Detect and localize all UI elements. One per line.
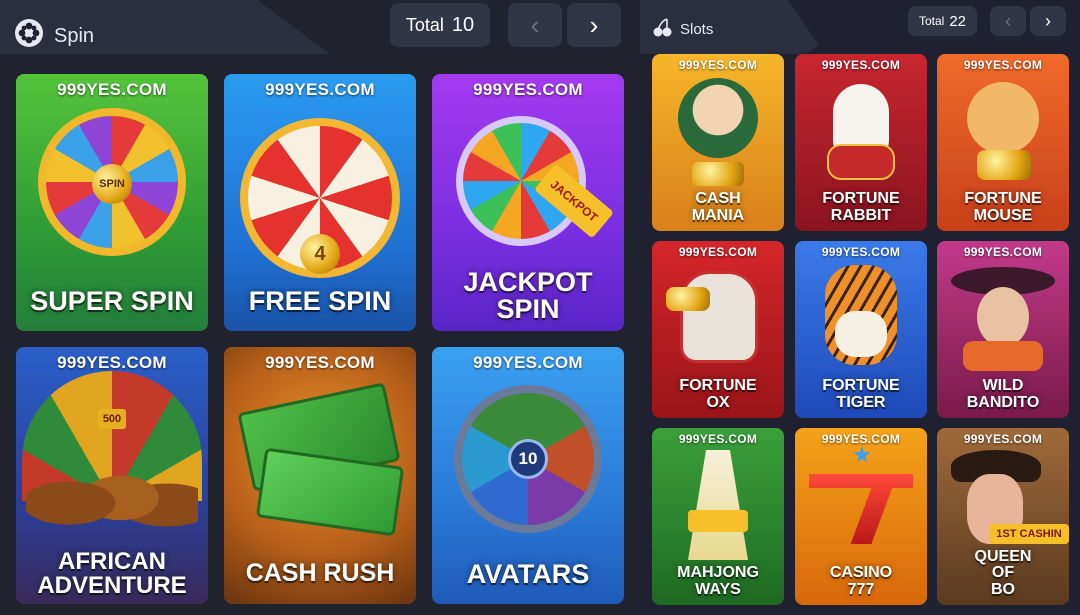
section-title: Spin [54, 24, 95, 47]
character-art [678, 78, 758, 158]
bandito-outfit-art [963, 341, 1043, 371]
game-card-super-spin[interactable]: 999YES.COM SPIN SUPER SPIN [16, 74, 208, 331]
game-title: CASINO 777 [829, 564, 893, 599]
game-title: SUPER SPIN [30, 286, 194, 316]
cherries-icon [652, 16, 674, 42]
game-card-fortune-ox[interactable]: 999YES.COM FORTUNE OX [652, 241, 784, 418]
wheel-center-label: 10 [508, 439, 548, 479]
gold-ingot-art [977, 150, 1031, 180]
film-reel-icon [14, 18, 44, 54]
brand-label: 999YES.COM [57, 353, 167, 372]
gold-ingot-art [666, 287, 710, 311]
game-title: FORTUNE TIGER [822, 377, 900, 412]
game-card-wild-bandito[interactable]: 999YES.COM WILD BANDITO [937, 241, 1069, 418]
brand-label: 999YES.COM [678, 58, 758, 72]
spin-section: Spin Total 10 ‹ › 999YES.COM SPIN SUPER … [0, 0, 640, 615]
game-card-mahjong-ways[interactable]: 999YES.COM MAHJONG WAYS [652, 428, 784, 605]
wheel-center-label: 4 [300, 234, 340, 274]
brand-label: 999YES.COM [821, 58, 901, 72]
brand-label: 999YES.COM [265, 80, 375, 99]
brand-label: 999YES.COM [821, 432, 901, 446]
tiger-belly-art [835, 311, 887, 357]
game-title: CASH MANIA [691, 190, 745, 225]
slots-header: Slots Total 22 ‹ › [640, 0, 1080, 56]
next-page-button[interactable]: › [567, 3, 621, 47]
star-icon [853, 446, 871, 463]
prev-page-button[interactable]: ‹ [508, 3, 562, 47]
game-title: AFRICAN ADVENTURE [37, 548, 187, 599]
game-title: FREE SPIN [248, 286, 392, 316]
game-card-cash-mania[interactable]: 999YES.COM CASH MANIA [652, 54, 784, 231]
mahjong-tiles-art [688, 450, 748, 560]
slots-title-group: Slots [652, 16, 713, 42]
total-label: Total [405, 14, 444, 35]
brand-label: 999YES.COM [821, 245, 901, 259]
brand-label: 999YES.COM [678, 432, 758, 446]
game-card-casino-777[interactable]: 999YES.COM CASINO 777 [795, 428, 927, 605]
total-label: Total [918, 14, 945, 28]
wheel-center-label: SPIN [92, 164, 132, 204]
coin-stack-art [692, 162, 744, 186]
total-count-box: Total 10 [390, 3, 490, 47]
total-count-box: Total 22 [908, 6, 977, 36]
spin-header: Spin Total 10 ‹ › [0, 0, 640, 56]
bandito-art [977, 287, 1029, 347]
section-title: Slots [680, 20, 714, 38]
game-card-avatars[interactable]: 999YES.COM 10 AVATARS [432, 347, 624, 604]
first-cashin-badge: 1ST CASHIN [989, 524, 1069, 544]
spin-title-group: Spin [14, 18, 94, 54]
game-card-free-spin[interactable]: 999YES.COM 4 FREE SPIN [224, 74, 416, 331]
game-card-fortune-rabbit[interactable]: 999YES.COM FORTUNE RABBIT [795, 54, 927, 231]
brand-label: 999YES.COM [963, 432, 1043, 446]
next-page-button[interactable]: › [1030, 6, 1066, 36]
game-title: MAHJONG WAYS [677, 564, 759, 599]
game-card-fortune-tiger[interactable]: 999YES.COM FORTUNE TIGER [795, 241, 927, 418]
brand-label: 999YES.COM [473, 80, 583, 99]
game-card-african-adventure[interactable]: 999YES.COM 500 AFRICAN ADVENTURE [16, 347, 208, 604]
game-title: FORTUNE OX [679, 377, 757, 412]
brand-label: 999YES.COM [57, 80, 167, 99]
game-title: JACKPOT SPIN [463, 267, 593, 324]
game-card-cash-rush[interactable]: 999YES.COM CASH RUSH [224, 347, 416, 604]
game-card-fortune-mouse[interactable]: 999YES.COM FORTUNE MOUSE [937, 54, 1069, 231]
wheel-prize-label: 500 [98, 409, 126, 429]
game-title: FORTUNE MOUSE [964, 190, 1042, 225]
game-card-queen-of-bounty[interactable]: 999YES.COM 1ST CASHIN QUEEN OF BO [937, 428, 1069, 605]
game-card-jackpot-spin[interactable]: 999YES.COM JACKPOT JACKPOT SPIN [432, 74, 624, 331]
brand-label: 999YES.COM [265, 353, 375, 372]
slots-section: Slots Total 22 ‹ › 999YES.COM CASH MANIA … [640, 0, 1080, 615]
prev-page-button[interactable]: ‹ [990, 6, 1026, 36]
rabbit-outfit-art [827, 144, 895, 180]
game-title: QUEEN OF BO [974, 547, 1032, 599]
mouse-art [967, 82, 1039, 154]
buffalo-art [26, 443, 198, 543]
total-count: 10 [451, 13, 475, 36]
total-count: 22 [949, 12, 967, 30]
game-title: FORTUNE RABBIT [822, 190, 900, 225]
game-title: WILD BANDITO [966, 377, 1040, 412]
brand-label: 999YES.COM [963, 58, 1043, 72]
wild-banner-art [688, 510, 748, 532]
brand-label: 999YES.COM [963, 245, 1043, 259]
game-title: CASH RUSH [245, 559, 395, 587]
game-title: AVATARS [466, 559, 590, 589]
brand-label: 999YES.COM [473, 353, 583, 372]
ox-art [680, 271, 758, 363]
seven-symbol-art [809, 474, 913, 544]
brand-label: 999YES.COM [678, 245, 758, 259]
